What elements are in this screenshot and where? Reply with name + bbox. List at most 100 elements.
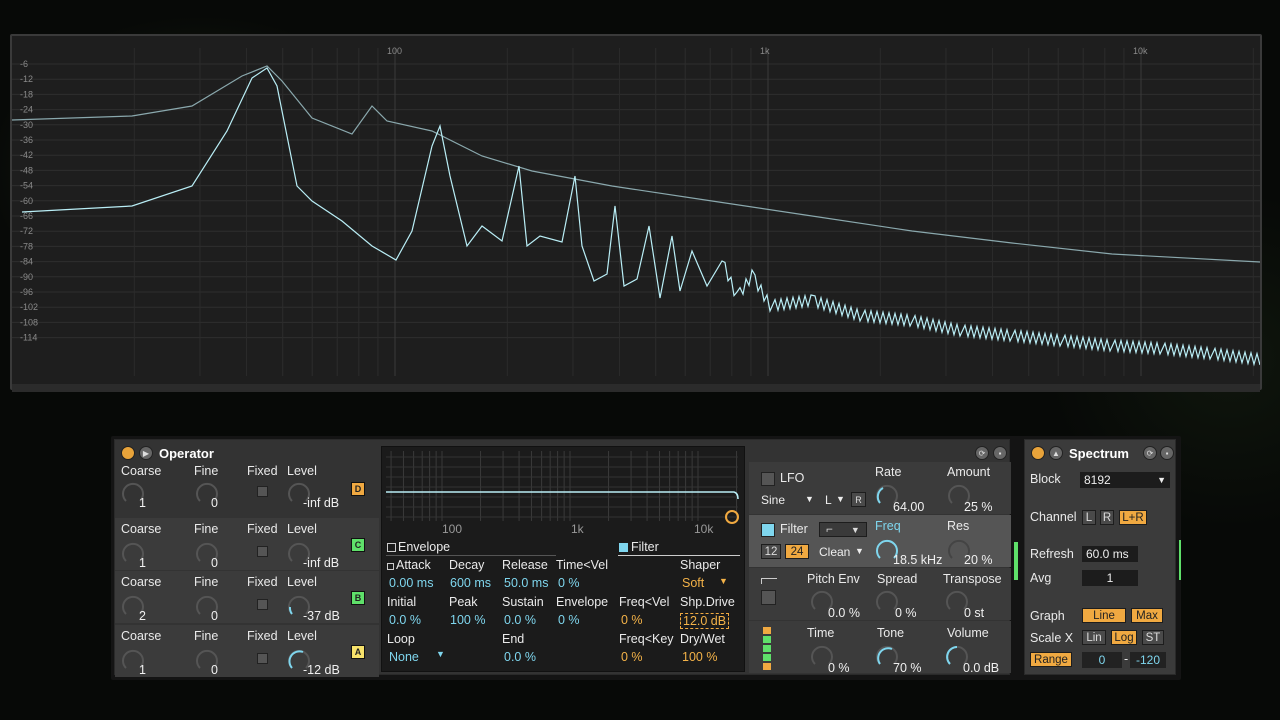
volume-value[interactable]: 0.0 dB xyxy=(963,661,999,675)
voice-meter-led xyxy=(763,627,771,634)
channel-r-button[interactable]: R xyxy=(1100,510,1114,525)
chevron-down-icon[interactable]: ▼ xyxy=(836,494,845,504)
refresh-value[interactable]: 60.0 ms xyxy=(1082,546,1138,562)
spectrum-analyzer-display[interactable]: -6 -12 -18 -24 -30 -36 -42 -48 -54 -60 -66 -72 -78 -8… xyxy=(10,34,1262,392)
filter-response-graph[interactable] xyxy=(382,447,744,539)
freq-key-value[interactable]: 0 % xyxy=(621,650,643,664)
x-tick-label: 10k xyxy=(1133,46,1148,56)
scale-st-button[interactable]: ST xyxy=(1142,630,1164,645)
sustain-label: Sustain xyxy=(502,595,544,609)
lfo-mode-select[interactable]: L xyxy=(825,493,832,507)
chevron-down-icon[interactable]: ▼ xyxy=(805,494,814,504)
filter-title: Filter xyxy=(780,522,808,536)
filter-freq-value[interactable]: 18.5 kHz xyxy=(893,553,942,567)
operator-c-button[interactable]: C xyxy=(351,538,365,552)
chevron-down-icon[interactable]: ▼ xyxy=(436,649,445,659)
attack-value[interactable]: 0.00 ms xyxy=(389,576,433,590)
operator-a-button[interactable]: A xyxy=(351,645,365,659)
pitch-env-toggle[interactable] xyxy=(761,590,776,605)
fixed-toggle[interactable] xyxy=(257,546,268,557)
release-value[interactable]: 50.0 ms xyxy=(504,576,548,590)
shp-drive-value[interactable]: 12.0 dB xyxy=(680,613,730,629)
device-on-toggle[interactable] xyxy=(1031,446,1045,460)
coarse-value[interactable]: 1 xyxy=(139,496,146,510)
range-button[interactable]: Range xyxy=(1030,652,1072,667)
fixed-toggle[interactable] xyxy=(257,599,268,610)
envelope-amount-value[interactable]: 0 % xyxy=(558,613,580,627)
channel-l-button[interactable]: L xyxy=(1082,510,1096,525)
end-value[interactable]: 0.0 % xyxy=(504,650,536,664)
fine-value[interactable]: 0 xyxy=(211,556,218,570)
transpose-label: Transpose xyxy=(943,572,1002,586)
fine-value[interactable]: 0 xyxy=(211,496,218,510)
decay-value[interactable]: 600 ms xyxy=(450,576,491,590)
level-value[interactable]: -12 dB xyxy=(303,663,340,677)
sustain-value[interactable]: 0.0 % xyxy=(504,613,536,627)
time-value[interactable]: 0 % xyxy=(828,661,850,675)
loop-mode-select[interactable]: None xyxy=(389,650,419,664)
coarse-value[interactable]: 2 xyxy=(139,609,146,623)
freq-vel-value[interactable]: 0 % xyxy=(621,613,643,627)
filter-tab[interactable]: Filter xyxy=(631,540,659,554)
save-preset-icon[interactable]: ▪ xyxy=(1160,446,1174,460)
shaper-select[interactable]: Soft xyxy=(682,576,704,590)
attack-mode-icon[interactable] xyxy=(387,563,394,570)
fixed-toggle[interactable] xyxy=(257,486,268,497)
range-low-value[interactable]: 0 xyxy=(1082,652,1122,668)
filter-type-select[interactable]: ⌐ ▼ xyxy=(819,522,867,537)
operator-b-button[interactable]: B xyxy=(351,591,365,605)
dry-wet-value[interactable]: 100 % xyxy=(682,650,717,664)
fine-label: Fine xyxy=(194,629,219,643)
lowpass-icon: ⌐ xyxy=(826,523,833,536)
lfo-waveform-select[interactable]: Sine xyxy=(761,493,785,507)
coarse-value[interactable]: 1 xyxy=(139,556,146,570)
graph-max-button[interactable]: Max xyxy=(1131,608,1163,623)
scale-log-button[interactable]: Log xyxy=(1111,630,1137,645)
lfo-retrigger-button[interactable]: R xyxy=(851,492,866,507)
coarse-value[interactable]: 1 xyxy=(139,663,146,677)
time-vel-value[interactable]: 0 % xyxy=(558,576,580,590)
chevron-down-icon[interactable]: ▼ xyxy=(855,546,864,556)
initial-value[interactable]: 0.0 % xyxy=(389,613,421,627)
graph-line-button[interactable]: Line xyxy=(1082,608,1126,623)
avg-value[interactable]: 1 xyxy=(1082,570,1138,586)
chevron-down-icon[interactable]: ▼ xyxy=(719,576,728,586)
hot-swap-icon[interactable]: ⟳ xyxy=(975,446,989,460)
hot-swap-icon[interactable]: ⟳ xyxy=(1143,446,1157,460)
level-value[interactable]: -inf dB xyxy=(303,556,339,570)
envelope-tab[interactable]: Envelope xyxy=(398,540,450,554)
transpose-value[interactable]: 0 st xyxy=(964,606,984,620)
scale-lin-button[interactable]: Lin xyxy=(1082,630,1106,645)
tone-value[interactable]: 70 % xyxy=(893,661,922,675)
fixed-toggle[interactable] xyxy=(257,653,268,664)
pitch-env-section: Pitch Env 0.0 % Spread 0 % Transpose 0 s… xyxy=(749,568,1011,620)
pitch-env-value[interactable]: 0.0 % xyxy=(828,606,860,620)
slope-12-button[interactable]: 12 xyxy=(761,544,781,559)
lfo-rate-value[interactable]: 64.00 xyxy=(893,500,924,514)
filter-circuit-select[interactable]: Clean xyxy=(819,545,850,559)
operator-d-button[interactable]: D xyxy=(351,482,365,496)
envelope-tab-checkbox[interactable] xyxy=(387,543,396,552)
coarse-label: Coarse xyxy=(121,522,162,536)
range-high-value[interactable]: -120 xyxy=(1130,652,1166,668)
block-label: Block xyxy=(1030,472,1061,486)
peak-value[interactable]: 100 % xyxy=(450,613,485,627)
block-size-select[interactable]: 8192 ▼ xyxy=(1080,472,1170,488)
level-value[interactable]: -inf dB xyxy=(303,496,339,510)
spread-value[interactable]: 0 % xyxy=(895,606,917,620)
freq-vel-label: Freq<Vel xyxy=(619,595,670,609)
channel-label: Channel xyxy=(1030,510,1077,524)
filter-tab-checkbox[interactable] xyxy=(619,543,628,552)
filter-toggle[interactable] xyxy=(761,523,775,537)
lfo-toggle[interactable] xyxy=(761,472,775,486)
graph-tick-10k: 10k xyxy=(694,522,714,536)
collapse-icon[interactable]: ▲ xyxy=(1049,446,1063,460)
fine-value[interactable]: 0 xyxy=(211,663,218,677)
slope-24-button[interactable]: 24 xyxy=(785,544,809,559)
level-value[interactable]: -37 dB xyxy=(303,609,340,623)
save-preset-icon[interactable]: ▪ xyxy=(993,446,1007,460)
filter-res-value[interactable]: 20 % xyxy=(964,553,993,567)
channel-lr-button[interactable]: L+R xyxy=(1119,510,1147,525)
lfo-amount-value[interactable]: 25 % xyxy=(964,500,993,514)
fine-value[interactable]: 0 xyxy=(211,609,218,623)
